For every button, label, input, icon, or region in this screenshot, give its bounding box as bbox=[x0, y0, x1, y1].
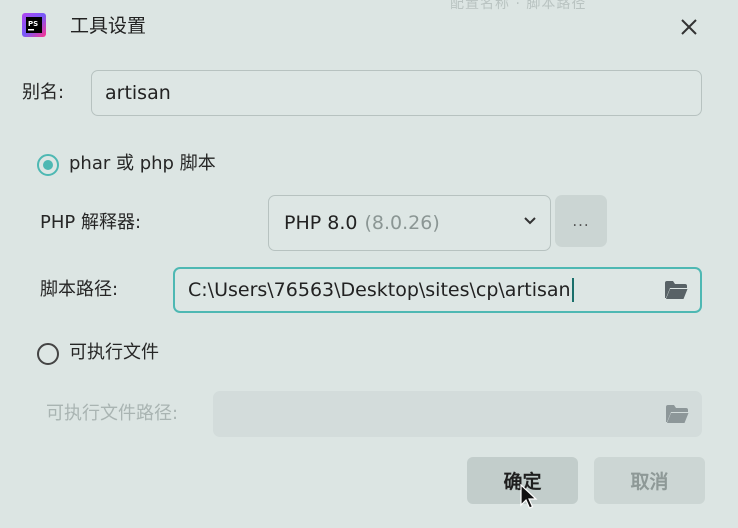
phar-script-option-label: phar 或 php 脚本 bbox=[69, 153, 216, 174]
svg-text:PS: PS bbox=[28, 20, 38, 28]
cancel-button[interactable]: 取消 bbox=[594, 457, 705, 504]
folder-icon[interactable] bbox=[664, 280, 688, 300]
script-path-label: 脚本路径: bbox=[40, 279, 119, 300]
executable-path-input[interactable] bbox=[213, 391, 702, 437]
phpstorm-logo-icon: PS bbox=[22, 13, 46, 37]
chevron-down-icon bbox=[524, 217, 536, 225]
executable-radio[interactable] bbox=[37, 343, 59, 365]
script-path-input[interactable]: C:\Users\76563\Desktop\sites\cp\artisan bbox=[173, 267, 702, 313]
executable-path-label: 可执行文件路径: bbox=[46, 403, 179, 424]
title-bar: 配置名称 · 脚本路径 PS 工具设置 bbox=[0, 0, 738, 52]
mouse-cursor-icon bbox=[520, 484, 538, 509]
interpreter-more-button[interactable]: ... bbox=[555, 195, 607, 247]
alias-value: artisan bbox=[105, 82, 171, 104]
alias-label: 别名: bbox=[22, 82, 65, 103]
phar-script-radio[interactable] bbox=[37, 154, 59, 176]
text-caret bbox=[571, 278, 574, 302]
close-icon bbox=[681, 19, 697, 35]
background-window-text: 配置名称 · 脚本路径 bbox=[450, 0, 587, 12]
script-path-value: C:\Users\76563\Desktop\sites\cp\artisan bbox=[188, 279, 571, 301]
interpreter-version: (8.0.26) bbox=[364, 212, 440, 234]
interpreter-name: PHP 8.0 bbox=[284, 212, 358, 234]
executable-option-label: 可执行文件 bbox=[69, 342, 159, 363]
close-button[interactable] bbox=[672, 10, 706, 44]
folder-icon[interactable] bbox=[665, 404, 689, 424]
dialog-title: 工具设置 bbox=[70, 15, 147, 37]
interpreter-select[interactable]: PHP 8.0 (8.0.26) bbox=[268, 195, 551, 251]
interpreter-label: PHP 解释器: bbox=[40, 212, 142, 233]
alias-input[interactable]: artisan bbox=[91, 70, 702, 116]
tool-settings-dialog: 配置名称 · 脚本路径 PS 工具设置 别名: artisan phar 或 p… bbox=[0, 0, 738, 528]
